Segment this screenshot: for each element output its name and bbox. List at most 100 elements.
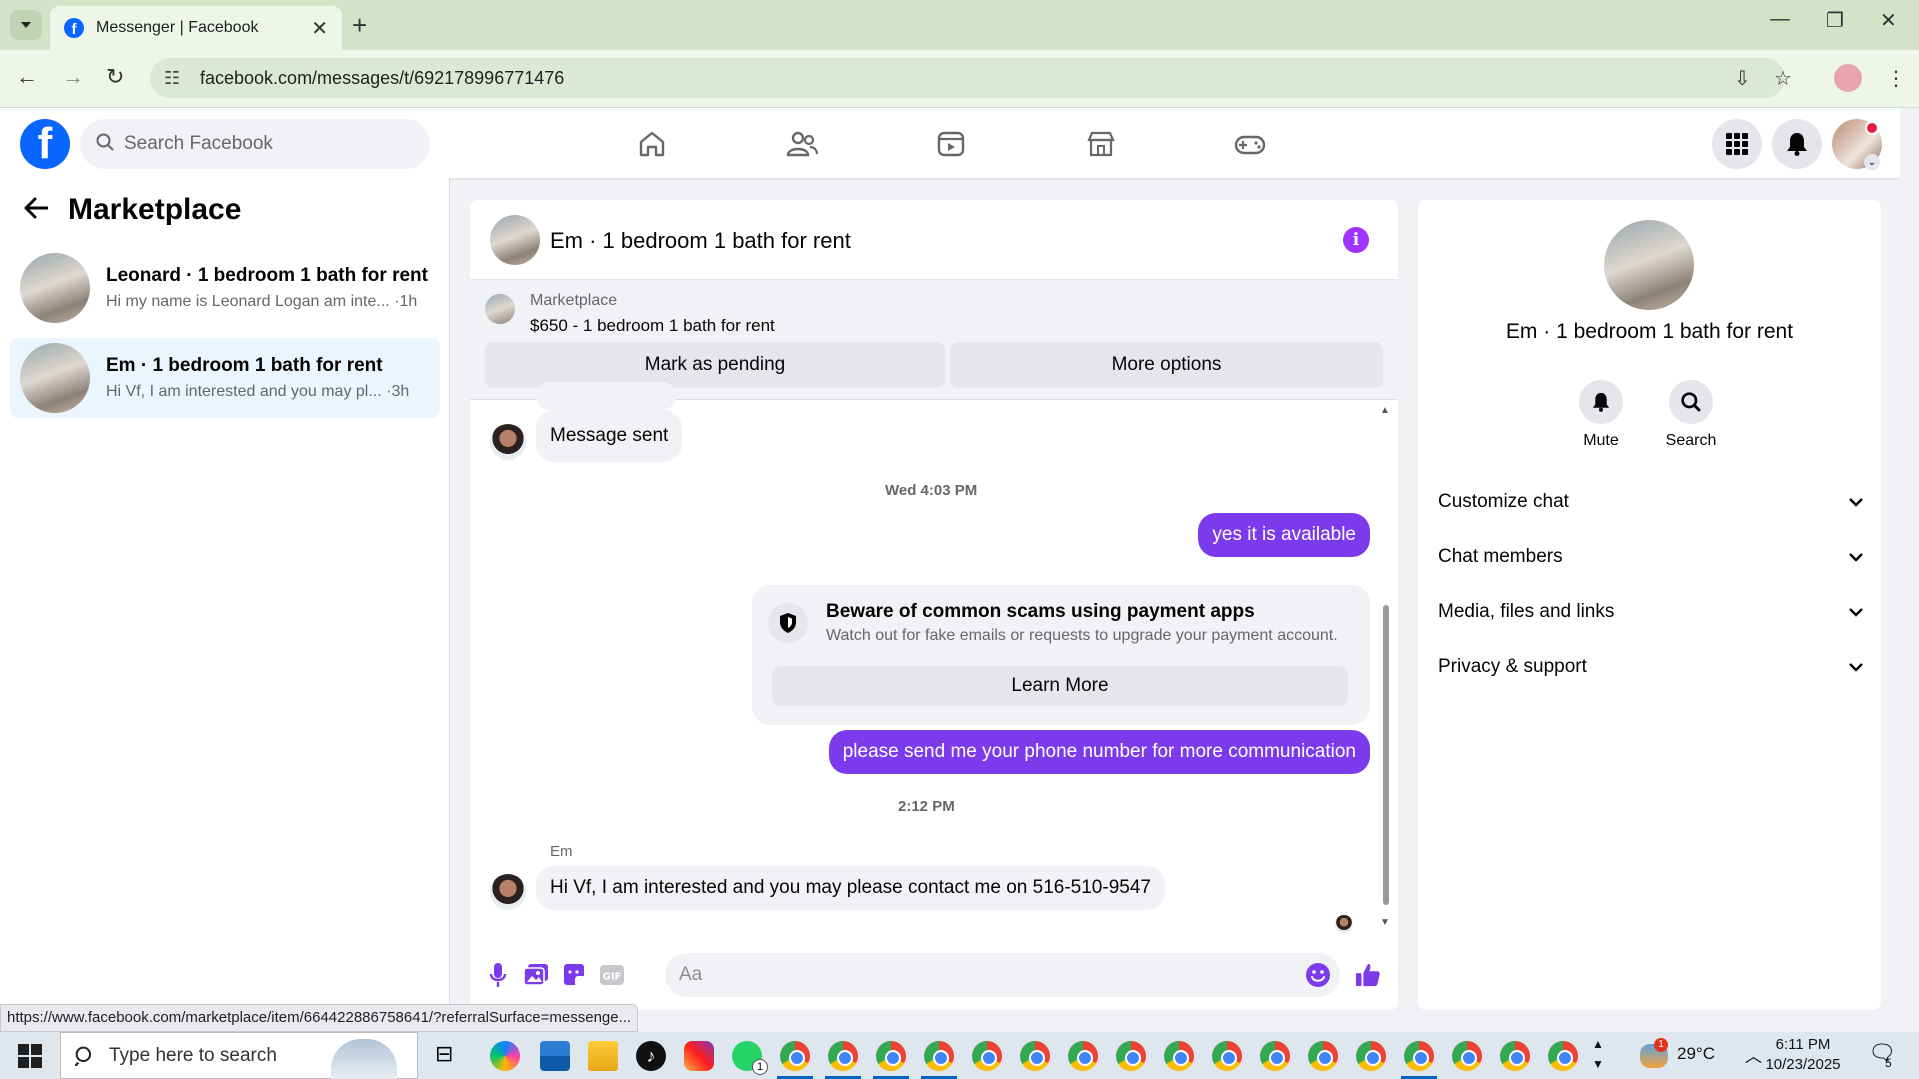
gif-icon[interactable]: GIF (599, 962, 625, 988)
customize-chat-row[interactable]: Customize chat (1438, 482, 1863, 522)
message-input-placeholder: Aa (679, 964, 703, 985)
browser-menu-icon[interactable]: ⋮ (1886, 66, 1906, 91)
incoming-message[interactable]: Hi Vf, I am interested and you may pleas… (536, 866, 1165, 910)
taskbar-search-box[interactable]: Type here to search (60, 1032, 418, 1079)
chrome-icon[interactable] (828, 1041, 858, 1071)
chrome-icon[interactable] (1212, 1041, 1242, 1071)
tab-close-icon[interactable]: ✕ (311, 16, 328, 41)
restore-icon[interactable]: ❐ (1826, 8, 1844, 33)
instagram-icon[interactable] (684, 1041, 714, 1071)
reload-icon[interactable]: ↻ (106, 64, 124, 90)
sender-avatar[interactable] (490, 424, 526, 460)
photo-icon[interactable] (523, 962, 549, 988)
menu-grid-icon[interactable] (1712, 119, 1762, 169)
listing-thumbnail-small[interactable] (485, 294, 515, 324)
chrome-icon[interactable] (1260, 1041, 1290, 1071)
thumbs-up-icon[interactable] (1355, 962, 1381, 988)
chrome-icon[interactable] (1164, 1041, 1194, 1071)
scroll-down-icon[interactable]: ▼ (1380, 917, 1390, 928)
back-arrow-icon[interactable] (24, 194, 49, 226)
close-window-icon[interactable]: ✕ (1880, 8, 1897, 33)
install-app-icon[interactable]: ⇩ (1734, 66, 1751, 91)
marketplace-icon[interactable] (1081, 124, 1121, 164)
chrome-icon[interactable] (1452, 1041, 1482, 1071)
chrome-icon[interactable] (1068, 1041, 1098, 1071)
chrome-icon[interactable] (924, 1041, 954, 1071)
learn-more-button[interactable]: Learn More (772, 666, 1348, 706)
chat-scrollbar-thumb[interactable] (1383, 605, 1389, 905)
outgoing-message[interactable]: please send me your phone number for mor… (828, 730, 1370, 774)
outgoing-message[interactable]: yes it is available (1198, 513, 1370, 557)
chrome-icon[interactable] (972, 1041, 1002, 1071)
taskbar-scroll-arrows-icon[interactable]: ▲ ▼ (1592, 1034, 1604, 1074)
microphone-icon[interactable] (485, 962, 511, 988)
home-icon[interactable] (632, 124, 672, 164)
store-icon[interactable] (540, 1041, 570, 1071)
omnibox[interactable]: ☷ facebook.com/messages/t/69217899677147… (150, 58, 1785, 98)
chrome-icon[interactable] (1500, 1041, 1530, 1071)
chat-listing-thumbnail[interactable] (490, 215, 540, 265)
chrome-icon[interactable] (1404, 1041, 1434, 1071)
tiktok-icon[interactable]: ♪ (636, 1041, 666, 1071)
chrome-icon[interactable] (1548, 1041, 1578, 1071)
conversation-item[interactable]: Leonard · 1 bedroom 1 bath for rent Hi m… (10, 248, 440, 328)
page-scrollbar[interactable] (1900, 108, 1919, 1028)
search-in-conversation-button[interactable]: Search (1646, 380, 1736, 450)
task-view-icon[interactable]: ⊟ (435, 1041, 465, 1071)
marketplace-sidebar: Marketplace Leonard · 1 bedroom 1 bath f… (0, 178, 450, 1028)
scam-warning-text: Watch out for fake emails or requests to… (826, 627, 1338, 644)
windows-start-icon[interactable] (18, 1044, 42, 1068)
chrome-icon[interactable] (1308, 1041, 1338, 1071)
sticker-icon[interactable] (561, 962, 587, 988)
facebook-header: f Search Facebook ⌄ (0, 108, 1900, 178)
copilot-icon[interactable] (490, 1041, 520, 1071)
taskbar-clock[interactable]: 6:11 PM 10/23/2025 (1748, 1035, 1858, 1075)
timestamp: 2:12 PM (898, 798, 955, 815)
info-icon[interactable]: i (1343, 227, 1369, 253)
bookmark-star-icon[interactable]: ☆ (1774, 66, 1792, 91)
listing-title[interactable]: $650 - 1 bedroom 1 bath for rent (530, 316, 775, 336)
back-icon[interactable]: ← (16, 64, 38, 90)
conversation-item-active[interactable]: Em · 1 bedroom 1 bath for rent Hi Vf, I … (10, 338, 440, 418)
chrome-icon[interactable] (780, 1041, 810, 1071)
clock-time: 6:11 PM (1775, 1036, 1831, 1053)
account-chevron-icon[interactable]: ⌄ (1864, 154, 1880, 170)
chat-scrollbar[interactable]: ▲ ▼ (1380, 405, 1392, 935)
site-info-icon[interactable]: ☷ (164, 68, 188, 89)
friends-icon[interactable] (782, 124, 822, 164)
chat-members-row[interactable]: Chat members (1438, 537, 1863, 577)
facebook-search-input[interactable]: Search Facebook (80, 119, 430, 169)
info-title: Em · 1 bedroom 1 bath for rent (1505, 320, 1794, 343)
privacy-support-row[interactable]: Privacy & support (1438, 647, 1863, 687)
file-explorer-icon[interactable] (588, 1041, 618, 1071)
browser-profile-avatar[interactable] (1834, 64, 1862, 92)
gaming-icon[interactable] (1230, 124, 1270, 164)
mute-button[interactable]: Mute (1556, 380, 1646, 450)
scroll-up-icon[interactable]: ▲ (1380, 405, 1390, 416)
sidebar-header: Marketplace (24, 193, 241, 227)
video-icon[interactable] (931, 124, 971, 164)
message-input[interactable]: Aa (665, 953, 1340, 997)
emoji-icon[interactable] (1305, 962, 1331, 988)
tab-search-button[interactable] (10, 10, 42, 40)
new-tab-button[interactable]: + (352, 10, 367, 41)
chevron-down-icon (21, 22, 31, 28)
notifications-bell-icon[interactable] (1772, 119, 1822, 169)
temperature[interactable]: 29°C (1677, 1044, 1715, 1064)
chat-title[interactable]: Em · 1 bedroom 1 bath for rent (550, 228, 851, 254)
media-files-links-row[interactable]: Media, files and links (1438, 592, 1863, 632)
conversation-preview: Hi my name is Leonard Logan am inte... ·… (106, 293, 418, 310)
search-icon (1669, 380, 1713, 424)
minimize-icon[interactable]: — (1770, 8, 1790, 31)
sender-avatar[interactable] (490, 874, 526, 910)
browser-tab[interactable]: f Messenger | Facebook ✕ (50, 6, 342, 50)
scam-warning-title: Beware of common scams using payment app… (826, 601, 1255, 622)
chrome-icon[interactable] (876, 1041, 906, 1071)
facebook-logo[interactable]: f (20, 119, 70, 169)
chrome-icon[interactable] (1116, 1041, 1146, 1071)
listing-photo-large[interactable] (1604, 220, 1694, 310)
chrome-icon[interactable] (1020, 1041, 1050, 1071)
more-options-button[interactable]: More options (950, 342, 1383, 388)
chrome-icon[interactable] (1356, 1041, 1386, 1071)
forward-icon[interactable]: → (62, 64, 84, 90)
